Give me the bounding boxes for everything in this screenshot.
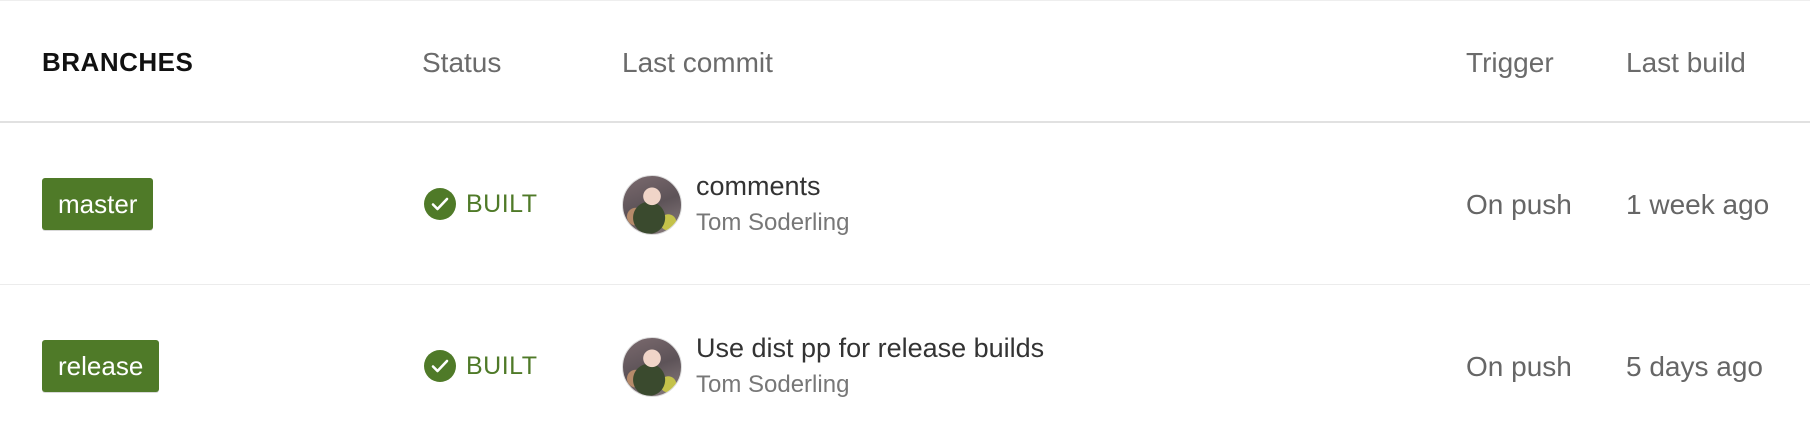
header-last-commit: Last commit — [622, 47, 773, 78]
commit-message[interactable]: comments — [696, 171, 821, 202]
commit-author: Tom Soderling — [696, 371, 850, 398]
last-build-value[interactable]: 5 days ago — [1626, 351, 1763, 383]
header-branches: BRANCHES — [42, 47, 194, 77]
table-row[interactable]: release BUILT Use dist pp for release bu… — [0, 285, 1810, 447]
last-build-value[interactable]: 1 week ago — [1626, 189, 1769, 221]
header-trigger: Trigger — [1466, 47, 1554, 78]
check-circle-icon — [424, 188, 456, 220]
branch-link-release[interactable]: release — [42, 340, 160, 392]
trigger-value: On push — [1466, 189, 1572, 220]
status-badge: BUILT — [424, 187, 538, 221]
branch-link-master[interactable]: master — [42, 178, 154, 230]
commit-message[interactable]: Use dist pp for release builds — [696, 333, 1044, 364]
trigger-value: On push — [1466, 351, 1572, 382]
status-text: BUILT — [466, 351, 538, 380]
commit-author: Tom Soderling — [696, 209, 850, 236]
branches-table: BRANCHES Status Last commit Trigger Last… — [0, 0, 1810, 444]
header-status: Status — [422, 47, 502, 78]
status-badge: BUILT — [424, 349, 538, 383]
check-circle-icon — [424, 350, 456, 382]
status-text: BUILT — [466, 189, 538, 218]
table-row[interactable]: master BUILT comments Tom Soderling On p… — [0, 123, 1810, 285]
avatar — [622, 175, 682, 235]
table-header: BRANCHES Status Last commit Trigger Last… — [0, 1, 1810, 123]
header-last-build: Last build — [1626, 47, 1746, 78]
avatar — [622, 337, 682, 397]
